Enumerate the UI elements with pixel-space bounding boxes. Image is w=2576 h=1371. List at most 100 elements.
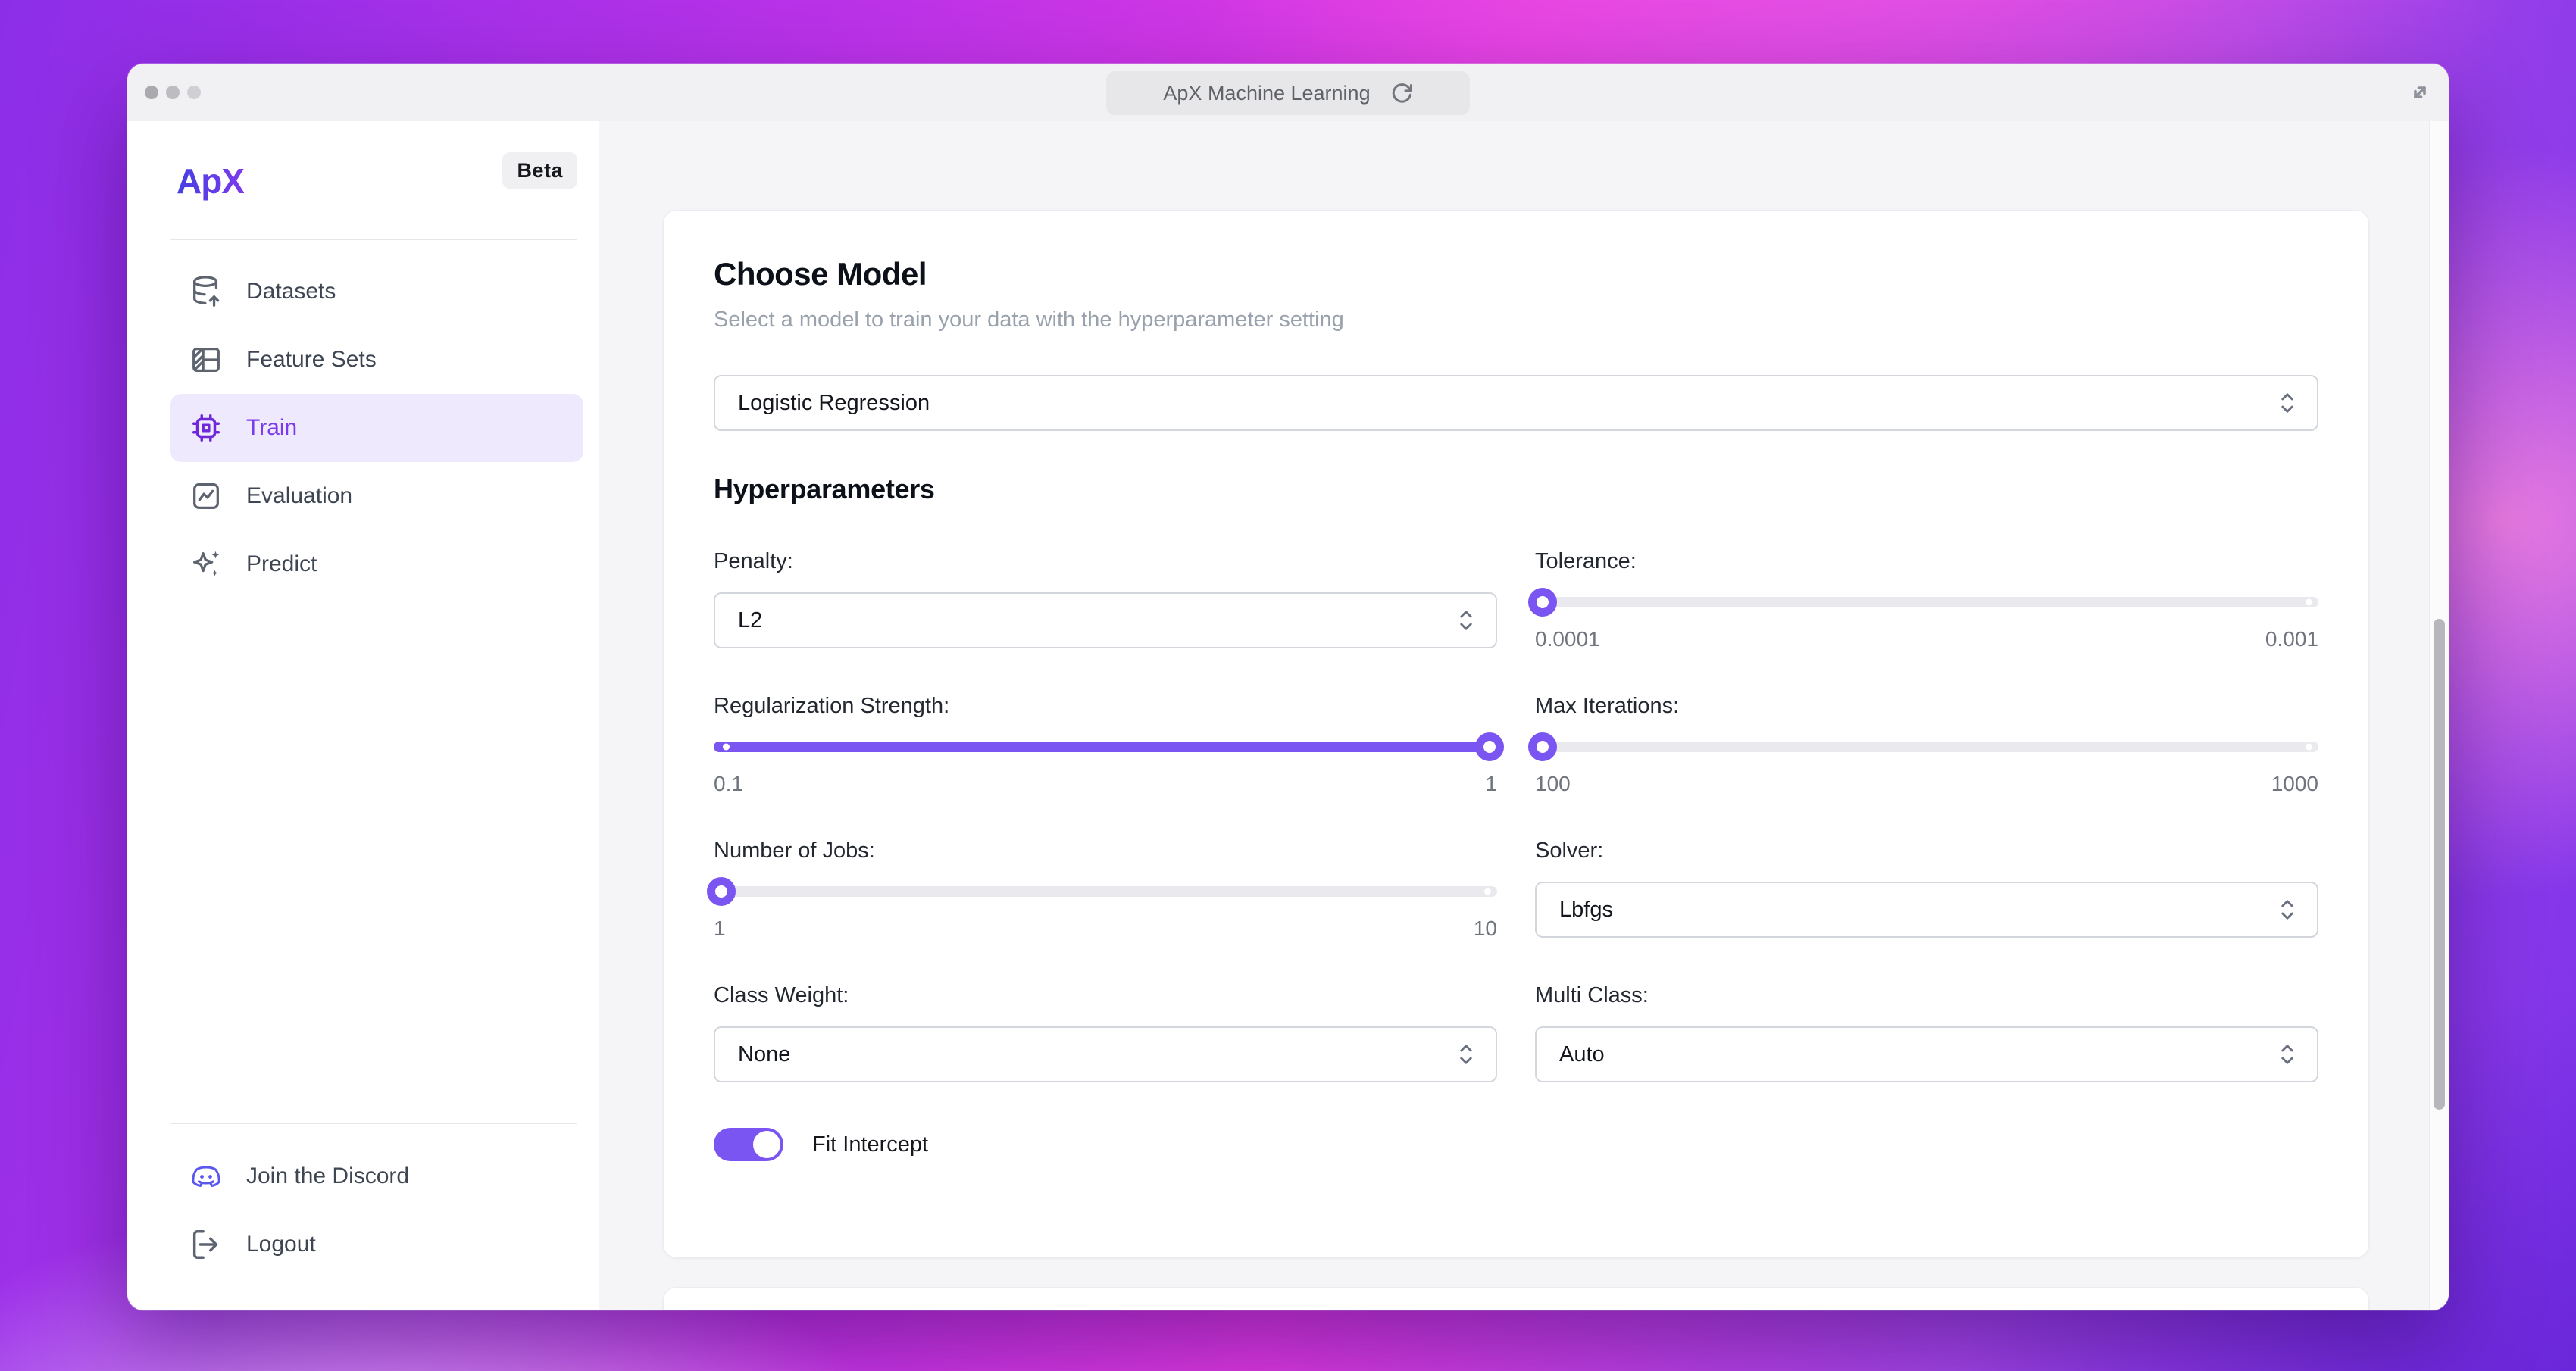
logout-icon — [189, 1227, 224, 1262]
minimize-window-button[interactable] — [166, 86, 180, 99]
field-class-weight: Class Weight: None — [714, 983, 1497, 1082]
slider-max-label: 1000 — [2271, 772, 2318, 796]
sidebar-header: ApX Beta — [127, 158, 599, 203]
slider-min-label: 0.0001 — [1535, 627, 1600, 651]
fit-intercept-toggle[interactable] — [714, 1128, 783, 1161]
slider-thumb[interactable] — [1528, 588, 1557, 617]
slider-max-label: 0.001 — [2265, 627, 2318, 651]
field-label: Max Iterations: — [1535, 694, 2318, 719]
slider-max-label: 10 — [1474, 917, 1497, 941]
field-penalty: Penalty: L2 — [714, 549, 1497, 651]
chevron-up-down-icon — [2276, 1040, 2299, 1069]
chevron-up-down-icon — [2276, 389, 2299, 417]
slider-fill — [714, 742, 1497, 752]
chevron-up-down-icon — [1455, 1040, 1477, 1069]
field-label: Multi Class: — [1535, 983, 2318, 1008]
slider-min-label: 100 — [1535, 772, 1571, 796]
main-content: Choose Model Select a model to train you… — [599, 121, 2449, 1310]
multi-class-select[interactable]: Auto — [1535, 1026, 2318, 1082]
slider-end-dot — [1484, 888, 1491, 895]
discord-icon — [189, 1159, 224, 1194]
field-label: Class Weight: — [714, 983, 1497, 1008]
number-of-jobs-slider[interactable]: 1 10 — [714, 886, 1497, 941]
fit-intercept-row: Fit Intercept — [714, 1128, 2318, 1161]
slider-end-dot — [2306, 599, 2312, 606]
sidebar-nav: Datasets Feature Sets — [127, 258, 599, 598]
max-iterations-slider[interactable]: 100 1000 — [1535, 742, 2318, 796]
field-label: Solver: — [1535, 839, 2318, 864]
reproducibility-card: Reproducibility Settings — [663, 1287, 2369, 1310]
window-title-pill: ApX Machine Learning — [1106, 71, 1470, 115]
sidebar-item-label: Train — [246, 415, 297, 441]
hyperparameters-grid: Penalty: L2 Tolerance: — [714, 549, 2318, 1082]
chart-line-icon — [189, 479, 224, 514]
slider-end-dot — [2306, 744, 2312, 751]
field-multi-class: Multi Class: Auto — [1535, 983, 2318, 1082]
expand-icon[interactable] — [2405, 77, 2435, 108]
hyperparameters-title: Hyperparameters — [714, 473, 2318, 505]
sidebar-item-evaluation[interactable]: Evaluation — [170, 462, 583, 530]
window-title: ApX Machine Learning — [1163, 82, 1370, 105]
field-label: Penalty: — [714, 549, 1497, 574]
window-titlebar: ApX Machine Learning — [127, 64, 2449, 121]
slider-min-label: 0.1 — [714, 772, 743, 796]
slider-track[interactable] — [714, 742, 1497, 752]
class-weight-select[interactable]: None — [714, 1026, 1497, 1082]
slider-max-label: 1 — [1485, 772, 1497, 796]
sidebar-item-predict[interactable]: Predict — [170, 530, 583, 598]
chevron-up-down-icon — [2276, 895, 2299, 924]
choose-model-card: Choose Model Select a model to train you… — [663, 210, 2369, 1258]
sidebar: ApX Beta Data — [127, 121, 599, 1310]
page-subtitle: Select a model to train your data with t… — [714, 308, 2318, 333]
sidebar-footer: Join the Discord Logout — [127, 1142, 599, 1279]
sidebar-item-train[interactable]: Train — [170, 394, 583, 462]
sidebar-item-feature-sets[interactable]: Feature Sets — [170, 326, 583, 394]
sidebar-item-label: Datasets — [246, 279, 336, 304]
scrollbar-thumb[interactable] — [2434, 619, 2445, 1110]
sidebar-footer-divider — [170, 1123, 577, 1124]
field-number-of-jobs: Number of Jobs: 1 10 — [714, 839, 1497, 941]
tolerance-slider[interactable]: 0.0001 0.001 — [1535, 597, 2318, 651]
model-select-value: Logistic Regression — [738, 391, 930, 416]
regularization-strength-slider[interactable]: 0.1 1 — [714, 742, 1497, 796]
field-label: Number of Jobs: — [714, 839, 1497, 864]
slider-thumb[interactable] — [1475, 732, 1504, 761]
sidebar-item-label: Feature Sets — [246, 347, 377, 373]
beta-badge: Beta — [502, 152, 577, 189]
footer-item-label: Join the Discord — [246, 1163, 409, 1189]
app-window: ApX Machine Learning ApX — [127, 64, 2449, 1310]
slider-track[interactable] — [714, 886, 1497, 897]
sparkles-icon — [189, 547, 224, 582]
model-select[interactable]: Logistic Regression — [714, 375, 2318, 431]
field-label: Regularization Strength: — [714, 694, 1497, 719]
join-discord-link[interactable]: Join the Discord — [170, 1142, 583, 1210]
slider-thumb[interactable] — [1528, 732, 1557, 761]
logout-button[interactable]: Logout — [170, 1210, 583, 1279]
desktop-background: ApX Machine Learning ApX — [0, 0, 2576, 1371]
database-upload-icon — [189, 274, 224, 309]
slider-min-label: 1 — [714, 917, 726, 941]
penalty-select[interactable]: L2 — [714, 592, 1497, 648]
scrollbar-track[interactable] — [2429, 121, 2449, 1310]
page-title: Choose Model — [714, 256, 2318, 292]
solver-select[interactable]: Lbfgs — [1535, 882, 2318, 938]
table-columns-icon — [189, 342, 224, 377]
toggle-knob — [753, 1131, 780, 1158]
slider-track[interactable] — [1535, 742, 2318, 752]
chevron-up-down-icon — [1455, 606, 1477, 635]
field-label: Tolerance: — [1535, 549, 2318, 574]
slider-end-dot — [723, 744, 730, 751]
footer-item-label: Logout — [246, 1232, 316, 1257]
slider-track[interactable] — [1535, 597, 2318, 607]
slider-thumb[interactable] — [707, 877, 736, 906]
app-logo: ApX — [177, 161, 244, 201]
refresh-icon[interactable] — [1390, 82, 1413, 105]
close-window-button[interactable] — [145, 86, 158, 99]
fit-intercept-label: Fit Intercept — [812, 1132, 928, 1157]
sidebar-item-datasets[interactable]: Datasets — [170, 258, 583, 326]
field-solver: Solver: Lbfgs — [1535, 839, 2318, 941]
field-max-iterations: Max Iterations: 100 1000 — [1535, 694, 2318, 796]
sidebar-item-label: Predict — [246, 551, 317, 577]
cpu-icon — [189, 411, 224, 445]
zoom-window-button[interactable] — [187, 86, 201, 99]
